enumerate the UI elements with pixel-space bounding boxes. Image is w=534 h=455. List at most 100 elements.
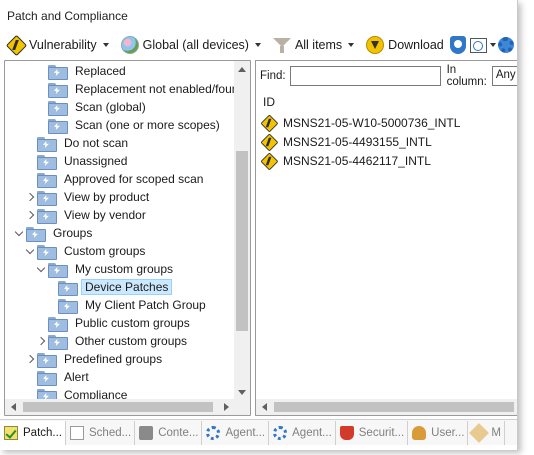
tree-item-label: My Client Patch Group — [85, 298, 206, 312]
tree-item[interactable]: Alert — [23, 368, 92, 386]
agent-settings-icon — [206, 425, 221, 440]
download-icon — [366, 36, 385, 54]
tree-item-label: Alert — [64, 370, 89, 384]
collapse-chevron-icon[interactable] — [12, 224, 26, 242]
security-shield-button[interactable] — [447, 33, 469, 57]
folder-icon — [48, 334, 68, 350]
tree-item-label: Groups — [53, 226, 93, 240]
vulnerability-icon — [261, 134, 276, 149]
scroll-left-button[interactable] — [5, 399, 21, 415]
vulnerability-dropdown[interactable]: Vulnerability — [4, 33, 112, 57]
tree-item-label: Replacement not enabled/found — [75, 82, 246, 96]
tab-3[interactable]: Agent... — [202, 420, 270, 445]
schedule-dropdown[interactable] — [469, 33, 497, 57]
tree-item[interactable]: Scan (one or more scopes) — [34, 116, 223, 134]
tree-pane: Replaced Replacement not enabled/found Sca… — [4, 60, 251, 416]
tree-item[interactable]: Predefined groups — [23, 350, 165, 368]
list-item[interactable]: MSNS21-05-W10-5000736_INTL — [260, 114, 460, 132]
horizontal-scrollbar[interactable] — [5, 399, 234, 415]
tab-label: Securit... — [358, 426, 405, 439]
scroll-left-button[interactable] — [256, 399, 272, 415]
tree-item[interactable]: View by vendor — [23, 206, 149, 224]
tab-1[interactable]: Sched... — [66, 420, 136, 445]
tree-item[interactable]: Replacement not enabled/found — [34, 80, 248, 98]
folder-icon — [26, 226, 46, 242]
column-header-id[interactable]: ID — [263, 95, 275, 109]
tree-item[interactable]: Custom groups — [23, 242, 148, 260]
scheduled-tasks-icon — [70, 425, 84, 440]
scroll-up-button[interactable] — [234, 61, 250, 77]
tree-item[interactable]: My custom groups — [34, 260, 176, 278]
toolbar: Vulnerability Global (all devices) All i… — [0, 30, 517, 60]
tree-item[interactable]: Approved for scoped scan — [23, 170, 206, 188]
tree-item[interactable]: Other custom groups — [34, 332, 190, 350]
collapse-chevron-icon[interactable] — [23, 242, 37, 260]
tree-item-label: Public custom groups — [75, 316, 190, 330]
security-icon — [339, 425, 354, 440]
patch-compliance-window: Patch and Compliance Vulnerability Globa… — [0, 0, 518, 450]
tree-item-label: Other custom groups — [75, 334, 188, 348]
scroll-thumb[interactable] — [23, 402, 213, 412]
column-select[interactable]: Any — [491, 66, 517, 86]
tree-item[interactable]: Device Patches — [44, 278, 173, 296]
tree-item-label: View by product — [64, 190, 150, 204]
list-item-label: MSNS21-05-W10-5000736_INTL — [283, 116, 461, 130]
tree-item[interactable]: Groups — [12, 224, 95, 242]
tree-item[interactable]: Unassigned — [23, 152, 130, 170]
expand-chevron-icon[interactable] — [23, 206, 37, 224]
scroll-down-button[interactable] — [234, 384, 250, 400]
list-item[interactable]: MSNS21-05-4493155_INTL — [260, 133, 432, 151]
tab-6[interactable]: User... — [408, 420, 469, 445]
tree-item[interactable]: Replaced — [34, 62, 129, 80]
download-label: Download — [388, 38, 444, 52]
expand-chevron-icon[interactable] — [34, 332, 48, 350]
vertical-scrollbar[interactable] — [234, 61, 250, 400]
arrow-left-icon — [10, 403, 16, 411]
scroll-thumb[interactable] — [274, 402, 514, 412]
list-item-label: MSNS21-05-4493155_INTL — [283, 135, 432, 149]
expand-chevron-icon[interactable] — [23, 350, 37, 368]
chevron-down-icon — [102, 43, 109, 47]
download-button[interactable]: Download — [363, 33, 447, 57]
folder-icon — [37, 172, 57, 188]
tree-item[interactable]: Do not scan — [23, 134, 131, 152]
scroll-right-button[interactable] — [218, 399, 234, 415]
scope-dropdown[interactable]: Global (all devices) — [118, 33, 264, 57]
folder-icon — [48, 64, 68, 80]
tab-0[interactable]: Patch... — [0, 420, 66, 445]
tab-label: Agent... — [225, 426, 266, 439]
folder-icon — [37, 352, 57, 368]
settings-dropdown[interactable] — [497, 33, 517, 57]
filter-dropdown[interactable]: All items — [270, 33, 357, 57]
arrow-down-icon — [238, 389, 246, 395]
tab-7[interactable]: M — [468, 420, 505, 445]
tree-item-label: Approved for scoped scan — [64, 172, 204, 186]
find-label: Find: — [260, 70, 286, 82]
vulnerability-icon — [261, 153, 276, 168]
folder-icon — [48, 82, 68, 98]
tab-2[interactable]: Conte... — [135, 420, 203, 445]
list-item[interactable]: MSNS21-05-4462117_INTL — [260, 152, 431, 170]
tab-5[interactable]: Securit... — [336, 420, 409, 445]
tree-item[interactable]: My Client Patch Group — [44, 296, 209, 314]
shield-icon — [449, 36, 466, 54]
horizontal-scrollbar[interactable] — [256, 399, 517, 415]
window-title: Patch and Compliance — [7, 9, 128, 23]
folder-icon — [37, 244, 57, 260]
tree-item[interactable]: Public custom groups — [34, 314, 193, 332]
chevron-down-icon — [254, 43, 261, 47]
tree-item[interactable]: Scan (global) — [34, 98, 149, 116]
expand-chevron-icon[interactable] — [23, 188, 37, 206]
tab-4[interactable]: Agent... — [269, 420, 336, 445]
tree-item[interactable]: View by product — [23, 188, 152, 206]
find-input[interactable] — [289, 66, 441, 86]
collapse-chevron-icon[interactable] — [34, 260, 48, 278]
folder-icon — [48, 100, 68, 116]
tree-item-label: Device Patches — [80, 279, 173, 295]
scroll-thumb[interactable] — [236, 151, 248, 331]
m-icon — [469, 422, 490, 443]
